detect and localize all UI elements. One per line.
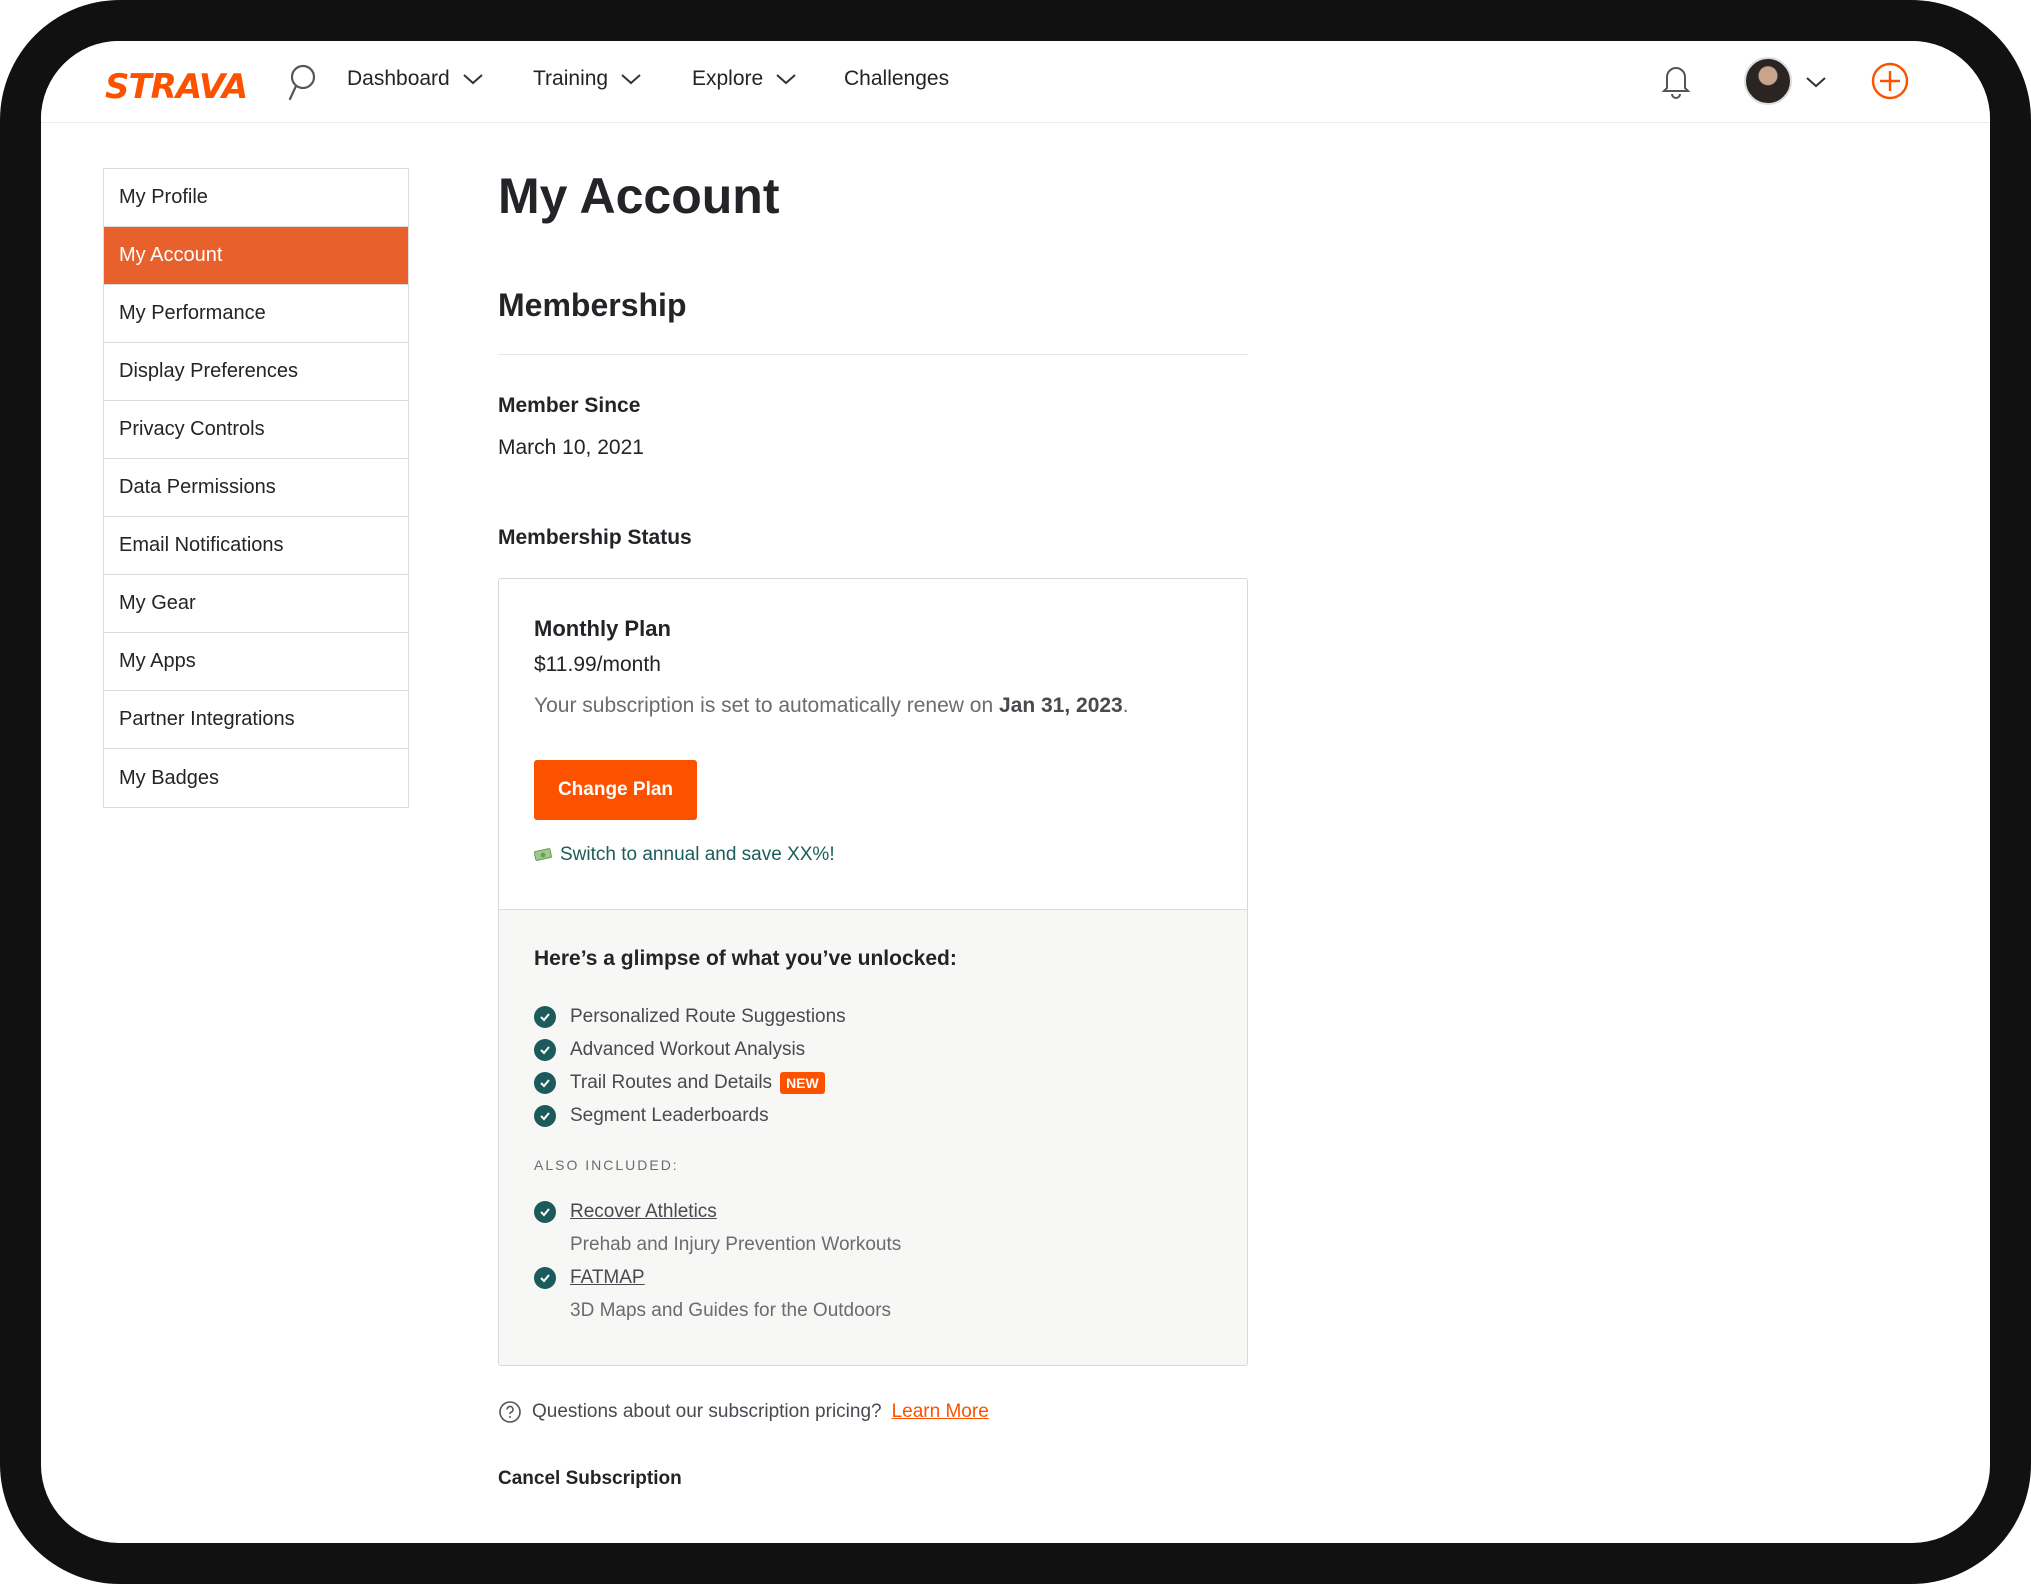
nav-training-label: Training [533, 67, 609, 90]
feature-label: Segment Leaderboards [570, 1105, 769, 1126]
nav-challenges[interactable]: Challenges [844, 67, 949, 91]
unlocked-panel: Here’s a glimpse of what you’ve unlocked… [499, 909, 1247, 1365]
feature-item: Personalized Route Suggestions [534, 1006, 846, 1028]
sidebar-item-partner-integrations[interactable]: Partner Integrations [104, 691, 408, 749]
feature-label: Personalized Route Suggestions [570, 1006, 846, 1027]
cancel-subscription-link[interactable]: Cancel Subscription [498, 1468, 682, 1490]
plan-panel: Monthly Plan $11.99/month Your subscript… [499, 579, 1247, 909]
sidebar-item-privacy-controls[interactable]: Privacy Controls [104, 401, 408, 459]
also-item: FATMAP [534, 1267, 645, 1289]
sidebar-item-my-account[interactable]: My Account [104, 227, 408, 285]
check-icon [534, 1006, 556, 1028]
sidebar-item-email-notifications[interactable]: Email Notifications [104, 517, 408, 575]
pricing-help-text: Questions about our subscription pricing… [532, 1401, 882, 1422]
unlocked-heading: Here’s a glimpse of what you’ve unlocked… [534, 947, 957, 970]
pricing-help: Questions about our subscription pricing… [498, 1400, 989, 1424]
device-frame: STRAVA Dashboard Training Explore Challe… [0, 0, 2031, 1584]
avatar[interactable] [1744, 57, 1792, 105]
chevron-down-icon[interactable] [1805, 75, 1827, 89]
sidebar-item-display-preferences[interactable]: Display Preferences [104, 343, 408, 401]
check-icon [534, 1201, 556, 1223]
sidebar-item-my-badges[interactable]: My Badges [104, 749, 408, 807]
new-badge: NEW [780, 1072, 825, 1094]
also-item: Recover Athletics [534, 1201, 717, 1223]
check-icon [534, 1105, 556, 1127]
nav-dashboard[interactable]: Dashboard [347, 67, 484, 91]
bell-icon[interactable] [1659, 61, 1693, 99]
renew-date: Jan 31, 2023 [998, 694, 1123, 717]
feature-item: Trail Routes and Details NEW [534, 1072, 825, 1094]
renew-suffix: . [1122, 694, 1129, 717]
nav-training[interactable]: Training [533, 67, 642, 91]
feature-item: Segment Leaderboards [534, 1105, 769, 1127]
annual-promo-text: Switch to annual and save XX%! [560, 844, 835, 865]
feature-item: Advanced Workout Analysis [534, 1039, 805, 1061]
search-icon[interactable] [285, 63, 317, 103]
feature-label: Trail Routes and Details [570, 1072, 773, 1093]
nav-explore-label: Explore [692, 67, 764, 90]
sidebar-item-my-profile[interactable]: My Profile [104, 169, 408, 227]
membership-card: Monthly Plan $11.99/month Your subscript… [498, 578, 1248, 1366]
renew-text: Your subscription is set to automaticall… [534, 694, 999, 717]
plus-circle-icon[interactable] [1870, 61, 1910, 101]
divider [498, 354, 1248, 355]
nav-explore[interactable]: Explore [692, 67, 797, 91]
check-icon [534, 1267, 556, 1289]
sidebar-item-data-permissions[interactable]: Data Permissions [104, 459, 408, 517]
change-plan-button[interactable]: Change Plan [534, 760, 697, 820]
sidebar-item-my-performance[interactable]: My Performance [104, 285, 408, 343]
sidebar-item-my-apps[interactable]: My Apps [104, 633, 408, 691]
page-title: My Account [498, 168, 780, 224]
sidebar-item-my-gear[interactable]: My Gear [104, 575, 408, 633]
top-nav: STRAVA Dashboard Training Explore Challe… [41, 41, 1990, 123]
plan-name: Monthly Plan [534, 616, 671, 641]
member-since-label: Member Since [498, 394, 641, 417]
screen: STRAVA Dashboard Training Explore Challe… [41, 41, 1990, 1543]
chevron-down-icon [463, 74, 483, 85]
learn-more-link[interactable]: Learn More [892, 1401, 989, 1423]
money-icon [534, 848, 552, 861]
also-item-desc: 3D Maps and Guides for the Outdoors [570, 1300, 892, 1321]
check-icon [534, 1072, 556, 1094]
question-circle-icon [499, 1401, 521, 1423]
section-title: Membership [498, 287, 687, 323]
recover-athletics-link[interactable]: Recover Athletics [570, 1201, 717, 1223]
chevron-down-icon [621, 74, 641, 85]
member-since-value: March 10, 2021 [498, 436, 644, 459]
nav-dashboard-label: Dashboard [347, 67, 450, 90]
plan-price: $11.99/month [534, 653, 661, 676]
fatmap-link[interactable]: FATMAP [570, 1267, 645, 1289]
nav-challenges-label: Challenges [844, 67, 950, 90]
check-icon [534, 1039, 556, 1061]
also-item-desc: Prehab and Injury Prevention Workouts [570, 1234, 902, 1255]
annual-promo-link[interactable]: Switch to annual and save XX%! [534, 844, 835, 866]
feature-label: Advanced Workout Analysis [570, 1039, 806, 1060]
strava-logo[interactable]: STRAVA [105, 67, 248, 107]
settings-sidebar: My Profile My Account My Performance Dis… [103, 168, 409, 808]
also-included-label: ALSO INCLUDED: [534, 1157, 679, 1173]
renew-notice: Your subscription is set to automaticall… [534, 694, 1129, 718]
membership-status-label: Membership Status [498, 526, 692, 549]
chevron-down-icon [776, 74, 796, 85]
